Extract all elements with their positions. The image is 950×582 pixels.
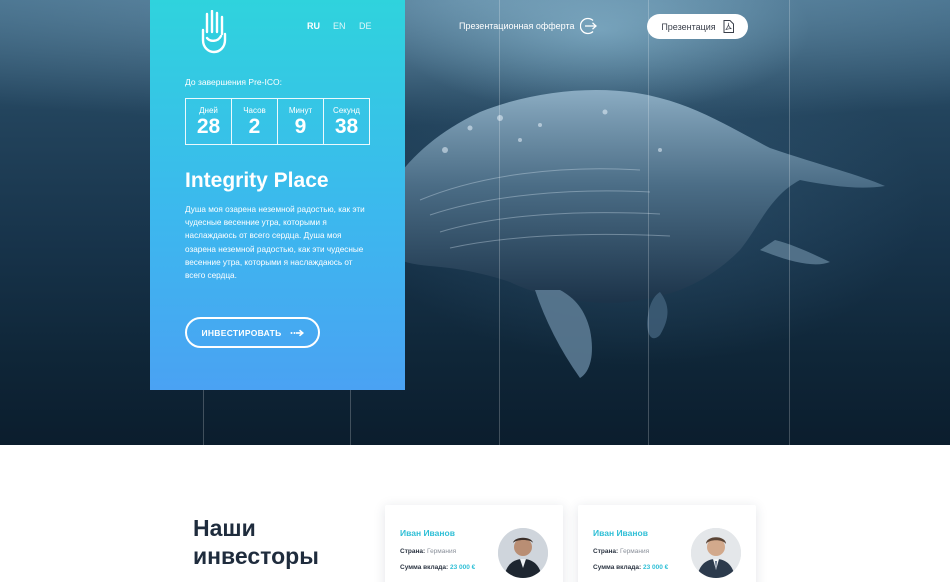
avatar-photo xyxy=(691,528,741,578)
country-value: Германия xyxy=(426,548,457,555)
whale-image xyxy=(0,0,950,378)
avatar xyxy=(691,528,741,578)
country-label: Страна: xyxy=(593,548,619,555)
investors-title-line1: Наши xyxy=(193,515,256,541)
grid-line xyxy=(499,0,500,445)
arrow-right-icon xyxy=(290,329,304,336)
investor-card[interactable]: Иван Иванов Страна: Германия Сумма вклад… xyxy=(385,505,563,582)
countdown-unit: Часов xyxy=(243,106,266,115)
investor-card[interactable]: Иван Иванов Страна: Германия Сумма вклад… xyxy=(578,505,756,582)
countdown-minutes: Минут 9 xyxy=(278,99,324,144)
avatar-photo xyxy=(498,528,548,578)
investors-title-line2: инвесторы xyxy=(193,543,319,569)
countdown-value: 28 xyxy=(196,115,221,138)
countdown-unit: Секунд xyxy=(333,106,360,115)
lang-de[interactable]: DE xyxy=(359,21,372,31)
investor-name: Иван Иванов xyxy=(593,528,648,538)
countdown-value: 2 xyxy=(248,115,261,138)
investor-name: Иван Иванов xyxy=(400,528,455,538)
pdf-icon xyxy=(723,20,734,33)
countdown-unit: Минут xyxy=(288,106,313,115)
country-label: Страна: xyxy=(400,548,426,555)
presentation-label: Презентация xyxy=(661,21,716,32)
investor-country: Страна: Германия xyxy=(593,548,649,555)
presentation-button[interactable]: Презентация xyxy=(647,14,748,39)
sum-label: Сумма вклада: xyxy=(593,564,642,571)
sum-value: 23 000 € xyxy=(642,564,669,571)
countdown-hours: Часов 2 xyxy=(232,99,278,144)
country-value: Германия xyxy=(619,548,650,555)
invest-button-label: ИНВЕСТИРОВАТЬ xyxy=(201,327,282,338)
investor-country: Страна: Германия xyxy=(400,548,456,555)
investor-sum: Сумма вклада: 23 000 € xyxy=(593,564,668,571)
sum-value: 23 000 € xyxy=(449,564,476,571)
avatar xyxy=(498,528,548,578)
countdown-days: Дней 28 xyxy=(186,99,232,144)
hero-title: Integrity Place xyxy=(185,169,329,192)
hand-logo-icon[interactable] xyxy=(199,10,227,54)
countdown-timer: Дней 28 Часов 2 Минут 9 Секунд 38 xyxy=(185,98,370,145)
countdown-label: До завершения Pre-ICO: xyxy=(185,77,282,87)
countdown-seconds: Секунд 38 xyxy=(324,99,369,144)
investor-sum: Сумма вклада: 23 000 € xyxy=(400,564,475,571)
countdown-value: 38 xyxy=(334,115,359,138)
countdown-unit: Дней xyxy=(199,106,218,115)
hero-description: Душа моя озарена неземной радостью, как … xyxy=(185,205,365,281)
invest-button[interactable]: ИНВЕСТИРОВАТЬ xyxy=(185,317,320,348)
sum-label: Сумма вклада: xyxy=(400,564,449,571)
countdown-value: 9 xyxy=(294,115,307,138)
lang-ru[interactable]: RU xyxy=(307,21,320,31)
grid-line xyxy=(789,0,790,445)
grid-line xyxy=(648,0,649,445)
arrow-circle-icon xyxy=(580,17,598,35)
investors-title: Наши инвесторы xyxy=(193,514,319,570)
hero-section xyxy=(0,0,950,445)
lang-en[interactable]: EN xyxy=(333,21,346,31)
offer-link-label: Презентационная офферта xyxy=(459,21,575,31)
offer-link[interactable]: Презентационная офферта xyxy=(459,16,598,36)
